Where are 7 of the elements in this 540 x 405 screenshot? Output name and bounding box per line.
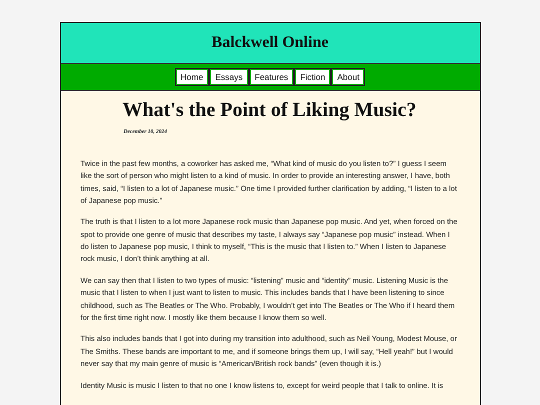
nav-link[interactable]: Features [248,68,294,86]
nav-link[interactable]: Essays [209,68,249,86]
nav-link[interactable]: About [331,68,366,86]
site-title: Balckwell Online [212,33,328,53]
article-title: What's the Point of Liking Music? [122,98,418,122]
nav-link[interactable]: Fiction [294,68,332,86]
nav-link[interactable]: Home [174,68,210,86]
